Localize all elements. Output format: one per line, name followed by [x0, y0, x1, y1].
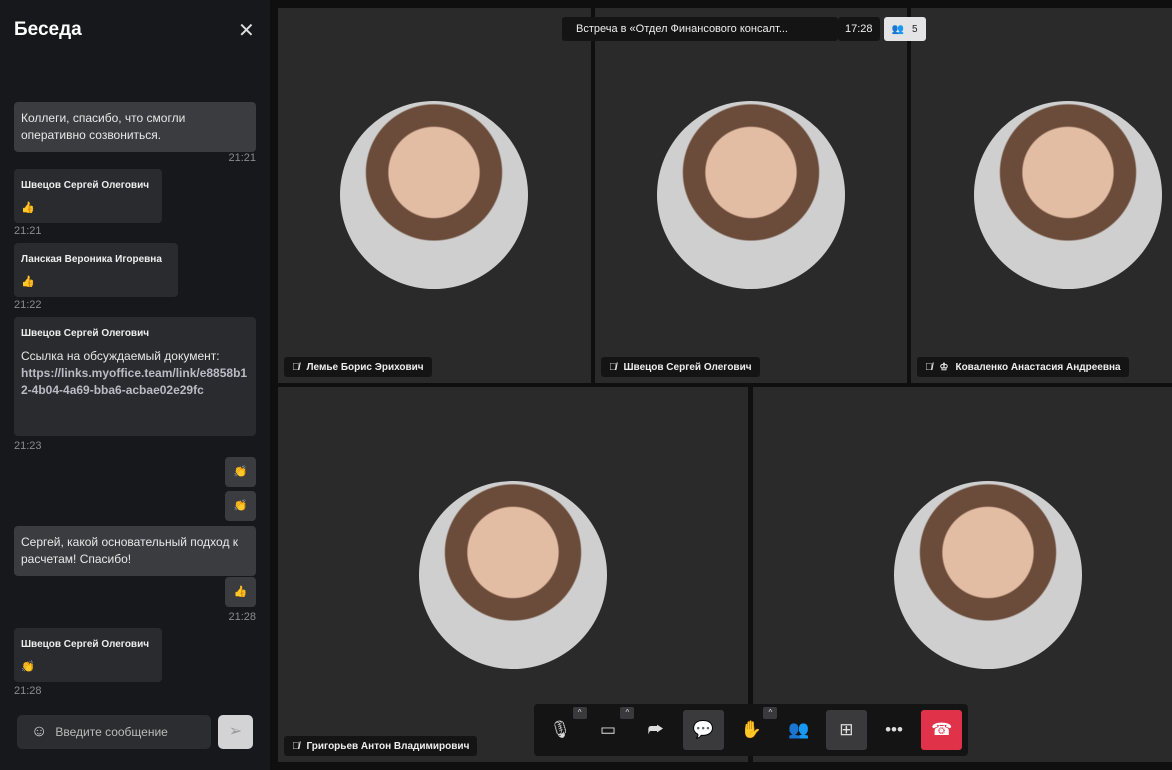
message-author: Швецов Сергей Олегович	[21, 639, 150, 650]
message-time: 21:21	[14, 225, 42, 237]
end-call-button[interactable]: ☎	[921, 710, 963, 750]
message-author: Швецов Сергей Олегович	[21, 180, 150, 191]
message-author: Ланская Вероника Игоревна	[21, 254, 162, 265]
more-button[interactable]: •••	[874, 710, 915, 750]
message-input[interactable]: ☺ Введите сообщение	[17, 715, 211, 749]
name-badge: 🎙̸ Григорьев Антон Владимирович	[284, 736, 478, 756]
chevron-up-icon[interactable]: ^	[572, 707, 587, 719]
message-text: Коллеги, спасибо, что смогли оперативно …	[21, 111, 186, 142]
chevron-up-icon[interactable]: ^	[620, 707, 635, 719]
send-button[interactable]: ➢	[218, 715, 253, 749]
participant-name: Швецов Сергей Олегович	[623, 361, 752, 373]
participant-tile[interactable]: 🎙̸ ♔ Коваленко Анастасия Андреевна	[911, 8, 1172, 383]
document-link[interactable]: https://links.myoffice.team/link/e8858b1…	[21, 365, 249, 399]
name-badge: 🎙̸ Швецов Сергей Олегович	[601, 357, 760, 377]
mic-off-icon: 🎙̸	[292, 361, 300, 373]
avatar	[894, 481, 1082, 669]
mic-off-icon: 🎙̸	[609, 361, 617, 373]
message-time: 21:28	[14, 685, 42, 697]
chat-message: 👍	[225, 577, 256, 607]
participants-icon: 👥	[788, 720, 810, 739]
message-text: Сергей, какой основательный подход к рас…	[21, 535, 239, 566]
hand-icon: ✋	[740, 720, 762, 739]
mic-off-icon: 🎙	[549, 720, 572, 739]
screen-share-button[interactable]: ⮫	[635, 710, 676, 750]
meeting-info-bar: Встреча в «Отдел Финансового консалт... …	[562, 17, 926, 41]
participants-number: 5	[911, 23, 918, 35]
message-text: 👏	[21, 661, 35, 673]
chat-message: 👏	[225, 457, 256, 487]
chat-message: Сергей, какой основательный подход к рас…	[14, 526, 256, 576]
avatar	[657, 101, 845, 289]
meeting-title: Встреча в «Отдел Финансового консалт...	[562, 17, 838, 41]
emoji-icon[interactable]: ☺	[31, 723, 47, 741]
avatar	[419, 481, 607, 669]
call-toolbar: 🎙 ^ ▭ ^ ⮫ 💬 ✋ ^ 👥 ⊞ ••• ☎	[534, 704, 968, 756]
close-icon[interactable]: ✕	[238, 18, 255, 43]
message-text: 👍	[21, 202, 35, 214]
participant-name: Коваленко Анастасия Андреевна	[955, 361, 1121, 373]
message-text: 👍	[21, 276, 35, 288]
people-icon: 👥	[891, 23, 904, 35]
camera-off-icon: ▭	[599, 720, 617, 739]
message-text: Ссылка на обсуждаемый документ:	[21, 349, 220, 363]
message-time: 21:28	[228, 611, 256, 623]
send-icon: ➢	[228, 723, 243, 740]
camera-toggle-button[interactable]: ▭ ^	[588, 707, 635, 750]
participant-tile[interactable]: 🎙̸ Швецов Сергей Олегович	[595, 8, 907, 383]
avatar	[340, 101, 528, 289]
layout-grid-button[interactable]: ⊞	[826, 710, 867, 750]
chat-panel: Беседа ✕ Коллеги, спасибо, что смогли оп…	[0, 0, 270, 770]
participant-name: Григорьев Антон Владимирович	[306, 740, 470, 752]
mic-toggle-button[interactable]: 🎙 ^	[540, 707, 587, 750]
message-time: 21:21	[228, 152, 256, 164]
input-placeholder: Введите сообщение	[55, 725, 168, 739]
participant-name: Лемье Борис Эрихович	[306, 361, 424, 373]
chevron-up-icon[interactable]: ^	[763, 707, 778, 719]
name-badge: 🎙̸ ♔ Коваленко Анастасия Андреевна	[917, 357, 1129, 377]
chat-message: 👏	[225, 491, 256, 521]
chat-icon: 💬	[692, 720, 714, 739]
participants-button[interactable]: 👥	[778, 710, 819, 750]
chat-message: Коллеги, спасибо, что смогли оперативно …	[14, 102, 256, 152]
chat-button[interactable]: 💬	[683, 710, 724, 750]
message-time: 21:23	[14, 440, 42, 452]
meeting-timer: 17:28	[838, 17, 880, 41]
crown-icon: ♔	[939, 361, 949, 373]
grid-icon: ⊞	[839, 720, 854, 739]
message-author: Швецов Сергей Олегович	[21, 328, 150, 339]
mic-off-icon: 🎙̸	[292, 740, 300, 752]
raise-hand-button[interactable]: ✋ ^	[731, 707, 778, 750]
more-icon: •••	[885, 720, 903, 739]
hang-up-icon: ☎	[931, 720, 953, 739]
chat-message: Ланская Вероника Игоревна 👍	[14, 243, 178, 297]
chat-title: Беседа	[14, 19, 82, 40]
name-badge: 🎙̸ Лемье Борис Эрихович	[284, 357, 432, 377]
mic-off-icon: 🎙̸	[925, 361, 933, 373]
screen-share-icon: ⮫	[647, 720, 664, 739]
message-time: 21:22	[14, 299, 42, 311]
chat-message: Швецов Сергей Олегович 👏	[14, 628, 162, 682]
participants-count[interactable]: 👥 5	[883, 17, 926, 41]
chat-message: Швецов Сергей Олегович 👍	[14, 169, 162, 223]
participant-tile[interactable]: 🎙̸ Лемье Борис Эрихович	[278, 8, 591, 383]
chat-message: Швецов Сергей Олегович Ссылка на обсуждае…	[14, 317, 256, 436]
avatar	[974, 101, 1162, 289]
